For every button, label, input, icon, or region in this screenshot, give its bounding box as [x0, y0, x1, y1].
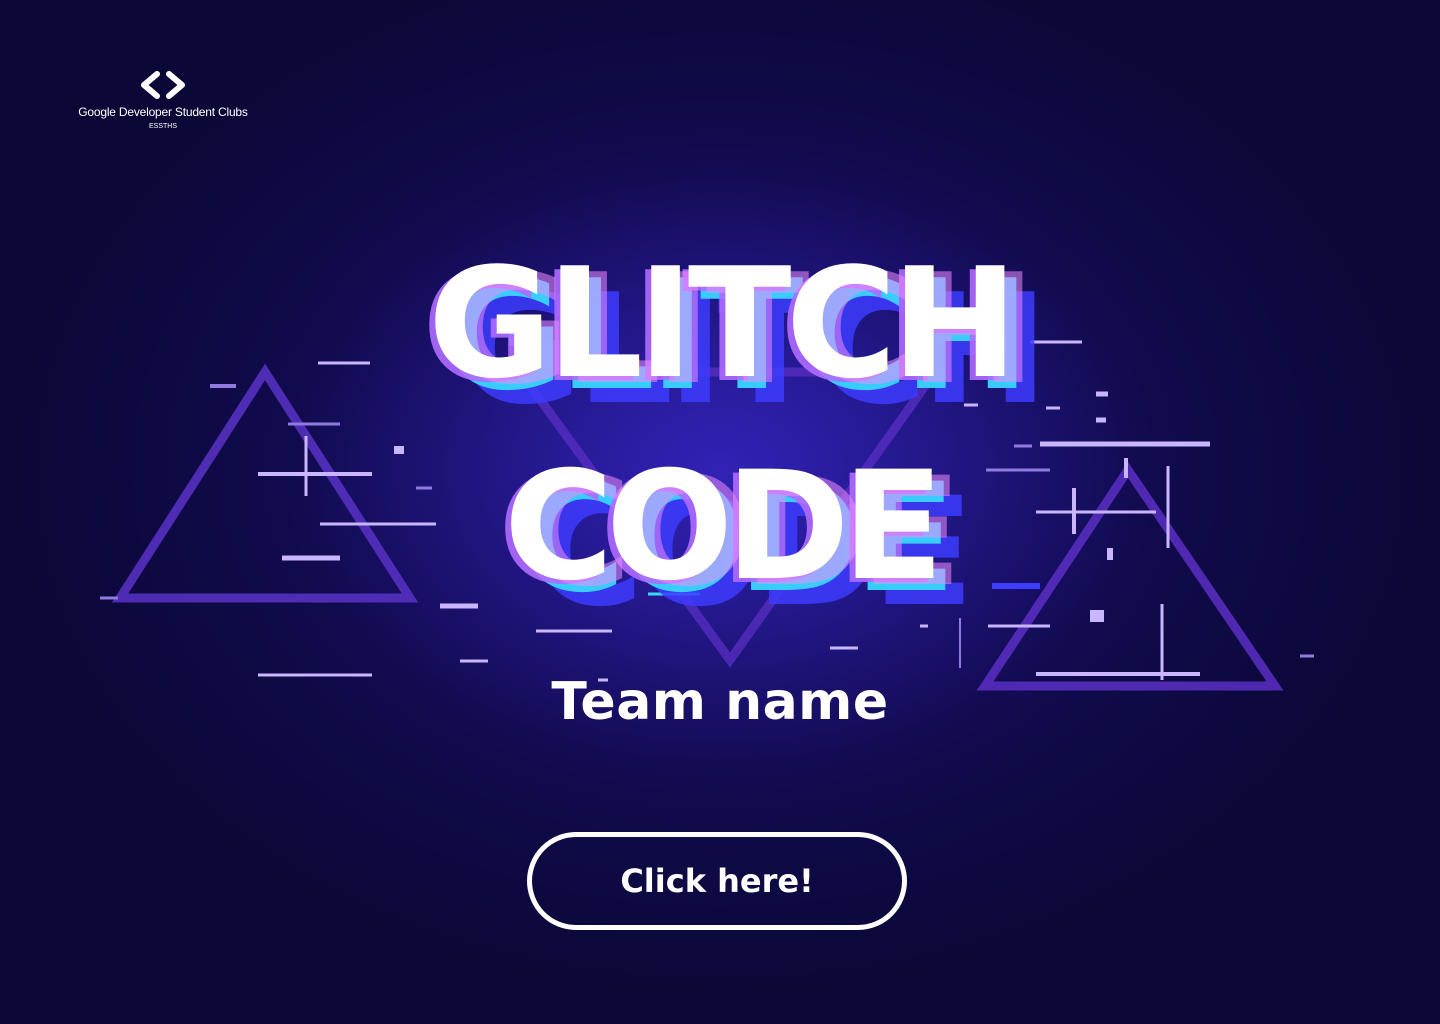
team-name: Team name: [551, 672, 889, 732]
hero-title-line-2: CODE CODE CODE CODE CODE: [0, 452, 1440, 628]
hero-title-line-1: GLITCH GLITCH GLITCH GLITCH GLITCH: [0, 248, 1440, 426]
title-2-text: CODE: [503, 440, 945, 614]
click-here-button[interactable]: Click here!: [527, 832, 907, 930]
title-1-text: GLITCH: [427, 235, 1019, 412]
